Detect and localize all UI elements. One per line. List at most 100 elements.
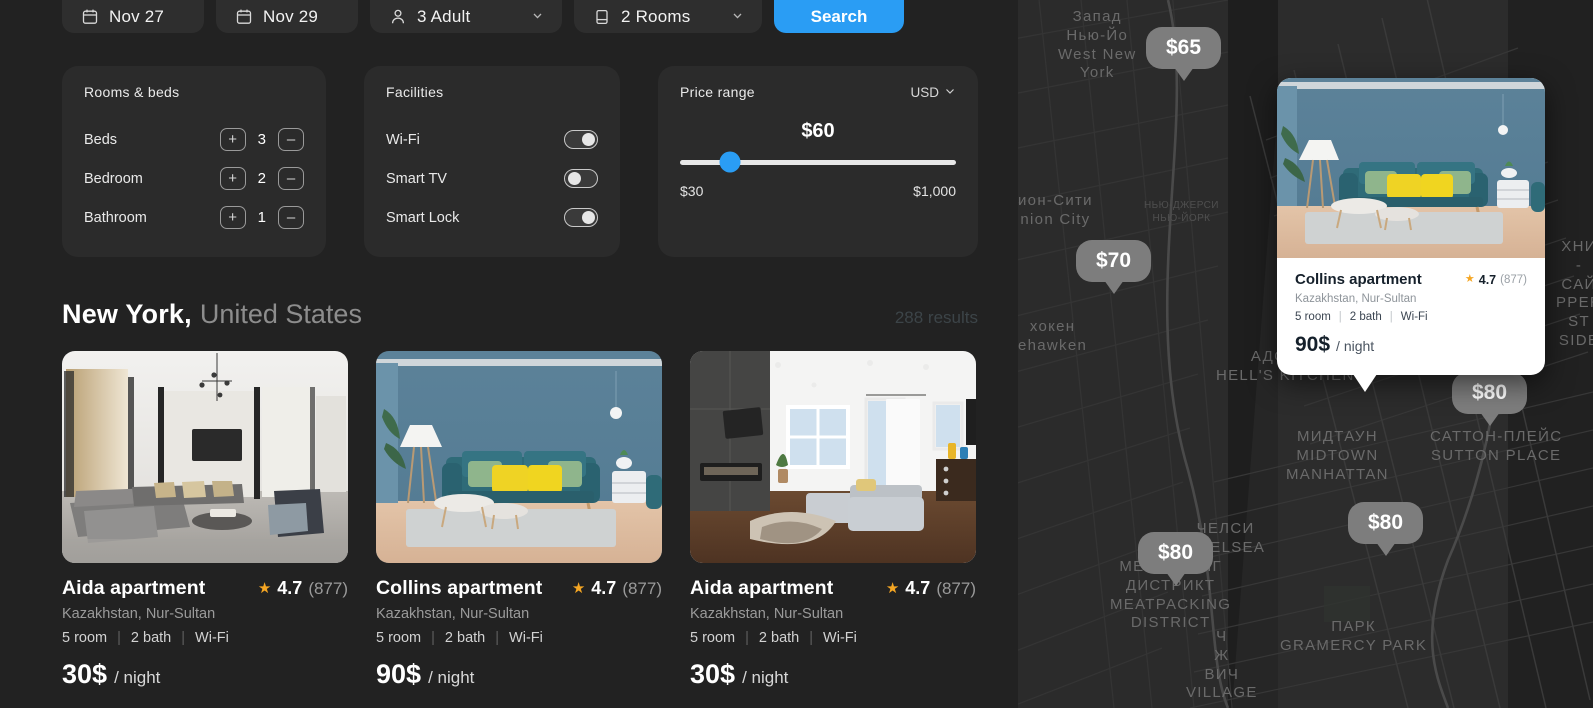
listing-location: Kazakhstan, Nur-Sultan xyxy=(376,606,530,622)
bedroom-row: Bedroom + 2 – xyxy=(84,159,304,198)
meta-separator: | xyxy=(1389,311,1393,323)
checkout-date-field[interactable]: Nov 29 xyxy=(216,0,358,33)
checkin-date-value: Nov 27 xyxy=(109,6,165,26)
meta-separator: | xyxy=(117,630,121,646)
location-city: New York, xyxy=(62,299,192,329)
listing-review-count: (877) xyxy=(936,578,976,598)
listing-rating-value: 4.7 xyxy=(905,578,931,598)
listing-price: 30$ xyxy=(690,659,736,689)
search-button[interactable]: Search xyxy=(774,0,904,33)
bedroom-increment-button[interactable]: + xyxy=(219,167,246,190)
popup-title: Collins apartment xyxy=(1295,271,1422,288)
facilities-panel: Facilities Wi-Fi Smart TV Smart Lock xyxy=(364,66,620,257)
bathroom-row: Bathroom + 1 – xyxy=(84,198,304,237)
popup-rooms: 5 room xyxy=(1295,311,1331,323)
results-count: 288 results xyxy=(894,308,978,327)
beds-row: Beds + 3 – xyxy=(84,120,304,159)
map-price-pin[interactable]: $70 xyxy=(1076,240,1152,282)
bathroom-decrement-button[interactable]: – xyxy=(278,206,304,229)
bedroom-decrement-button[interactable]: – xyxy=(278,167,304,190)
chevron-down-icon xyxy=(944,85,956,100)
map-price-pin[interactable]: $80 xyxy=(1452,372,1528,414)
smart-lock-label: Smart Lock xyxy=(386,209,460,226)
bathroom-increment-button[interactable]: + xyxy=(219,206,246,229)
map-price-pin[interactable]: $65 xyxy=(1146,27,1222,69)
meta-separator: | xyxy=(1338,311,1342,323)
facilities-title: Facilities xyxy=(386,84,444,100)
listing-title-row: Collins apartment ★ 4.7 (877) xyxy=(376,577,662,600)
listing-review-count: (877) xyxy=(308,578,348,598)
smart-lock-toggle[interactable] xyxy=(564,208,598,227)
rooms-select[interactable]: 2 Rooms xyxy=(574,0,762,33)
price-range-bounds: $30 $1,000 xyxy=(680,183,956,199)
map-price-pin[interactable]: $80 xyxy=(1138,532,1214,574)
star-icon: ★ xyxy=(257,580,272,597)
price-max-label: $1,000 xyxy=(913,183,956,199)
wifi-toggle[interactable] xyxy=(564,130,598,149)
listing-rating-value: 4.7 xyxy=(591,578,617,598)
listing-image-white-room-dark-wood-floor[interactable] xyxy=(690,351,976,563)
listing-rating: ★ 4.7 (877) xyxy=(572,578,662,599)
beds-increment-button[interactable]: + xyxy=(219,128,246,151)
listing-rooms: 5 room xyxy=(690,630,736,646)
map-panel[interactable]: Запад Нью-Йо West New York ион-Сити nion… xyxy=(1018,0,1593,708)
listing-title-row: Aida apartment ★ 4.7 (877) xyxy=(62,577,348,600)
listing-price-row: 90$ / night xyxy=(376,659,662,690)
listing-baths: 2 bath xyxy=(758,630,800,646)
listing-card[interactable]: Aida apartment ★ 4.7 (877) Kazakhstan, N… xyxy=(62,351,348,690)
listing-image-blue-wall-teal-sofa-living-room[interactable] xyxy=(376,351,662,563)
checkin-date-field[interactable]: Nov 27 xyxy=(62,0,204,33)
listing-rating-value: 4.7 xyxy=(277,578,303,598)
smart-tv-toggle[interactable] xyxy=(564,169,598,188)
listing-baths: 2 bath xyxy=(444,630,486,646)
bedroom-label: Bedroom xyxy=(84,170,143,187)
currency-select[interactable]: USD xyxy=(910,85,956,100)
listing-wifi: Wi-Fi xyxy=(509,630,543,646)
listing-card[interactable]: Collins apartment ★ 4.7 (877) Kazakhstan… xyxy=(376,351,662,690)
star-icon: ★ xyxy=(1464,273,1475,285)
meta-separator: | xyxy=(809,630,814,646)
star-icon: ★ xyxy=(571,580,586,597)
search-results-panel: Nov 27 Nov 29 3 Adult 2 Rooms Search Roo… xyxy=(0,0,1018,708)
guests-select[interactable]: 3 Adult xyxy=(370,0,562,33)
smart-tv-row: Smart TV xyxy=(386,159,598,198)
listing-rating: ★ 4.7 (877) xyxy=(886,578,976,599)
currency-value: USD xyxy=(910,84,939,100)
beds-decrement-button[interactable]: – xyxy=(278,128,304,151)
person-icon xyxy=(388,7,407,26)
meta-separator: | xyxy=(495,630,500,646)
listing-price-row: 30$ / night xyxy=(690,659,976,690)
popup-review-count: (877) xyxy=(1500,273,1527,286)
price-range-title: Price range xyxy=(680,84,755,100)
price-min-label: $30 xyxy=(680,183,704,199)
rooms-value: 2 Rooms xyxy=(621,6,691,26)
listing-meta: 5 room | 2 bath | Wi-Fi xyxy=(690,630,976,646)
popup-price-unit: / night xyxy=(1336,338,1375,354)
beds-value: 3 xyxy=(257,131,266,148)
listing-title-row: Aida apartment ★ 4.7 (877) xyxy=(690,577,976,600)
listing-rooms: 5 room xyxy=(376,630,422,646)
bedroom-value: 2 xyxy=(257,170,266,187)
listing-image-grey-modern-living-room[interactable] xyxy=(62,351,348,563)
popup-rating-value: 4.7 xyxy=(1478,272,1497,287)
bed-icon xyxy=(592,7,611,26)
checkout-date-value: Nov 29 xyxy=(263,6,319,26)
listing-card[interactable]: Aida apartment ★ 4.7 (877) Kazakhstan, N… xyxy=(690,351,976,690)
popup-image-blue-wall-teal-sofa-living-room xyxy=(1277,78,1545,258)
listing-location: Kazakhstan, Nur-Sultan xyxy=(690,606,844,622)
bathroom-value: 1 xyxy=(257,209,266,226)
listing-review-count: (877) xyxy=(622,578,662,598)
price-current-value: $60 xyxy=(801,120,835,142)
beds-label: Beds xyxy=(84,131,118,148)
wifi-label: Wi-Fi xyxy=(386,131,420,148)
listing-title: Aida apartment xyxy=(690,577,834,599)
popup-rating: ★ 4.7 (877) xyxy=(1465,273,1527,287)
map-listing-popup[interactable]: Collins apartment ★ 4.7 (877) Kazakhstan… xyxy=(1277,78,1545,392)
price-slider[interactable] xyxy=(680,151,956,173)
price-slider-thumb[interactable] xyxy=(719,151,741,173)
map-price-pin[interactable]: $80 xyxy=(1348,502,1424,544)
location-country: United States xyxy=(199,299,362,329)
price-range-header: Price range USD xyxy=(680,84,956,100)
search-bar: Nov 27 Nov 29 3 Adult 2 Rooms Search xyxy=(0,0,1018,33)
listing-wifi: Wi-Fi xyxy=(195,630,229,646)
